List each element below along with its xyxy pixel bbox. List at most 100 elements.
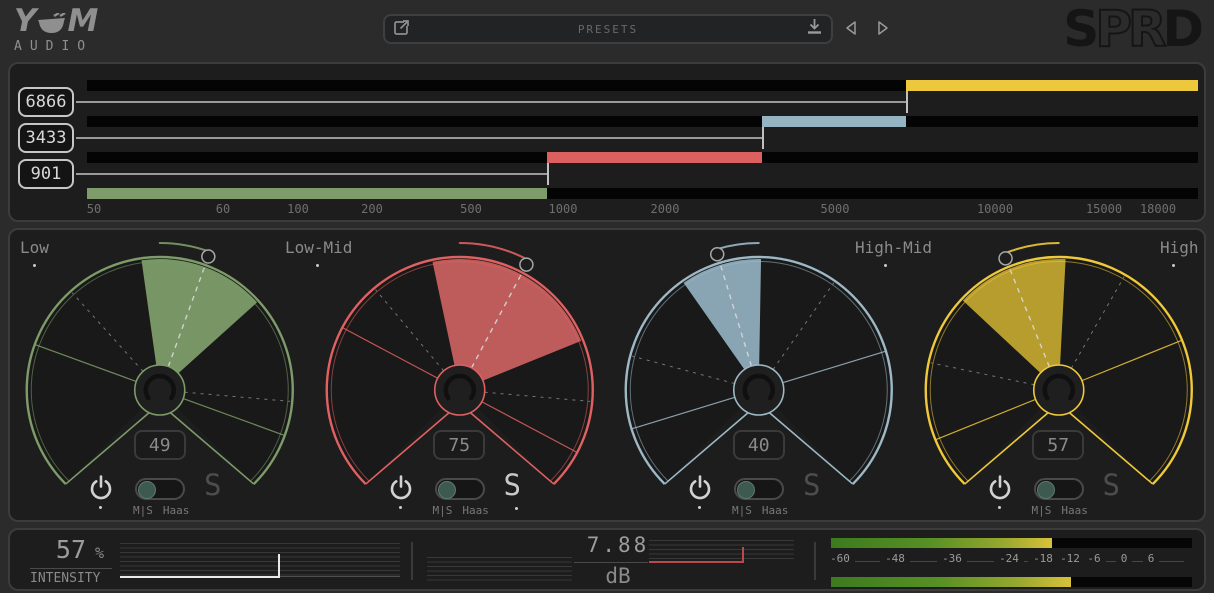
crossover-value-text: 3433 (26, 128, 67, 148)
meter-scale-dash (855, 561, 880, 562)
meter-scale-label: -60 (830, 552, 850, 565)
gain-slider-right[interactable] (649, 540, 794, 562)
dial-quadrant-low: 49 M|SHaas S (10, 228, 310, 522)
sprd-letter-d: D (1162, 0, 1200, 58)
width-value-box[interactable]: 75 (433, 430, 485, 460)
ms-label: M|S (433, 504, 453, 517)
load-preset-icon[interactable] (393, 19, 410, 40)
gain-marker-handle[interactable] (742, 547, 744, 563)
footer-panel: 57 % INTENSITY 7.88 dB -60-48-36-24-18-1… (8, 528, 1206, 591)
rotation-trail (1003, 243, 1058, 254)
frequency-tick-label: 200 (361, 202, 383, 216)
solo-button[interactable]: S (504, 470, 521, 500)
toggle-knob[interactable] (1037, 481, 1055, 499)
solo-button[interactable]: S (204, 470, 221, 500)
meter-scale-label: -6 (1087, 552, 1100, 565)
width-value-box[interactable]: 57 (1032, 430, 1084, 460)
crossover-handle[interactable] (906, 91, 908, 113)
crossover-handle[interactable] (762, 127, 764, 149)
band-splitter-panel: 6866 3433 901 50601002005001000200050001… (8, 62, 1206, 222)
intensity-label: INTENSITY (30, 571, 100, 586)
frequency-tick-label: 18000 (1140, 202, 1176, 216)
band-fill-high[interactable] (906, 80, 1198, 91)
frequency-tick-label: 500 (460, 202, 482, 216)
band-track[interactable] (87, 116, 1198, 127)
solo-indicator-dot (515, 507, 518, 510)
band-power-button[interactable] (89, 474, 113, 500)
meter-scale-dash (910, 561, 937, 562)
meter-scale-label: 0 (1121, 552, 1128, 565)
meter-scale-label: -18 (1033, 552, 1053, 565)
frequency-tick-label: 15000 (1086, 202, 1122, 216)
solo-button[interactable]: S (1103, 470, 1120, 500)
width-value-box[interactable]: 49 (134, 430, 186, 460)
sprd-letter-s: S (1063, 0, 1095, 58)
crossover-connector-line (76, 137, 762, 139)
crossover-value-low[interactable]: 901 (18, 159, 74, 189)
gain-divider-line (574, 562, 648, 563)
rotation-handle[interactable] (999, 252, 1012, 265)
intensity-value: 57 (56, 535, 86, 564)
band-fill-low[interactable] (87, 188, 547, 199)
ms-haas-toggle[interactable] (135, 478, 185, 500)
frequency-tick-label: 50 (87, 202, 101, 216)
band-fill-high-mid[interactable] (762, 116, 906, 127)
dial-knob[interactable] (434, 365, 484, 415)
output-meter-left (831, 538, 1192, 548)
rotation-handle[interactable] (519, 258, 532, 271)
logo-letter-m: M (67, 6, 97, 36)
sprd-letter-p: P (1095, 0, 1128, 58)
width-value-box[interactable]: 40 (733, 430, 785, 460)
intensity-unit: % (95, 544, 104, 562)
crossover-connector-line (76, 173, 547, 175)
gain-slider-left[interactable] (427, 557, 572, 583)
band-power-button[interactable] (988, 474, 1012, 500)
intensity-slider[interactable] (120, 543, 400, 577)
meter-scale-label: -12 (1060, 552, 1080, 565)
crossover-value-high[interactable]: 6866 (18, 87, 74, 117)
crossover-value-mid[interactable]: 3433 (18, 123, 74, 153)
presets-dropdown[interactable]: PRESETS (383, 14, 833, 44)
meter-scale-dash (1106, 561, 1116, 562)
ms-label: M|S (1032, 504, 1052, 517)
band-fill-low-mid[interactable] (547, 152, 762, 163)
ms-haas-toggle[interactable] (734, 478, 784, 500)
previous-preset-button[interactable] (844, 20, 860, 38)
width-value: 40 (748, 435, 770, 456)
width-value: 49 (149, 435, 171, 456)
haas-label: Haas (1061, 504, 1088, 517)
crossover-handle[interactable] (547, 163, 549, 185)
dial-knob[interactable] (135, 365, 185, 415)
rotation-handle[interactable] (202, 250, 215, 263)
ms-label: M|S (732, 504, 752, 517)
ms-haas-toggle[interactable] (435, 478, 485, 500)
haas-label: Haas (462, 504, 489, 517)
rotation-handle[interactable] (711, 248, 724, 261)
power-indicator-dot (99, 506, 102, 509)
presets-label: PRESETS (410, 23, 806, 36)
toggle-knob[interactable] (138, 481, 156, 499)
save-preset-icon[interactable] (806, 18, 823, 40)
crossover-value-text: 6866 (26, 92, 67, 112)
toggle-knob[interactable] (737, 481, 755, 499)
intensity-handle[interactable] (278, 554, 280, 578)
band-power-button[interactable] (688, 474, 712, 500)
meter-scale-label: -24 (999, 552, 1019, 565)
dial-knob[interactable] (734, 365, 784, 415)
next-preset-button[interactable] (876, 20, 892, 38)
ms-haas-toggle[interactable] (1034, 478, 1084, 500)
haas-label: Haas (163, 504, 190, 517)
yum-audio-logo: Y M AUDIO (14, 6, 97, 54)
meter-scale-label: -36 (942, 552, 962, 565)
gain-marker-line (649, 561, 744, 563)
intensity-readout: 57 % (36, 535, 124, 564)
toggle-knob[interactable] (438, 481, 456, 499)
rotation-trail (716, 243, 759, 249)
power-indicator-dot (998, 506, 1001, 509)
dial-quadrant-high-mid: 40 M|SHaas S (609, 228, 909, 522)
dial-knob[interactable] (1033, 365, 1083, 415)
meter-scale-dash (1159, 561, 1184, 562)
band-power-button[interactable] (389, 474, 413, 500)
sprd-logo: SPRD (1063, 0, 1200, 58)
solo-button[interactable]: S (803, 470, 820, 500)
